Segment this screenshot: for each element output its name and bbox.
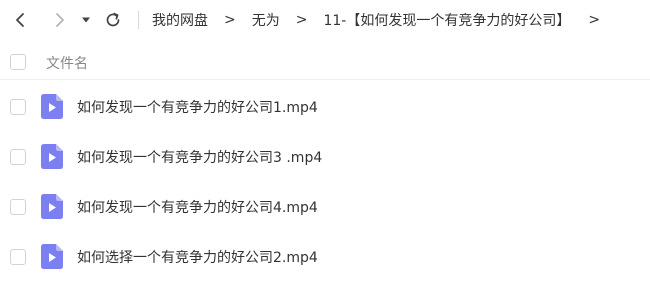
video-file-icon xyxy=(41,194,63,219)
history-dropdown-button[interactable] xyxy=(77,8,95,32)
video-file-icon xyxy=(41,94,63,119)
file-name[interactable]: 如何发现一个有竞争力的好公司1.mp4 xyxy=(77,97,318,117)
chevron-left-icon xyxy=(16,13,24,27)
refresh-button[interactable] xyxy=(101,8,125,32)
breadcrumb-separator: > xyxy=(224,12,236,28)
breadcrumb-separator: > xyxy=(295,12,308,28)
column-header-filename[interactable]: 文件名 xyxy=(46,53,88,73)
breadcrumb: 我的网盘 > 无为 > 11-【如何发现一个有竞争力的好公司】 > xyxy=(152,0,616,40)
file-checkbox[interactable] xyxy=(10,199,26,215)
video-file-icon xyxy=(41,244,63,269)
video-file-icon xyxy=(41,144,63,169)
file-row[interactable]: 如何发现一个有竞争力的好公司4.mp4 xyxy=(0,182,650,232)
file-name[interactable]: 如何发现一个有竞争力的好公司4.mp4 xyxy=(77,197,318,217)
file-row[interactable]: 如何发现一个有竞争力的好公司3 .mp4 xyxy=(0,132,650,182)
file-list-header: 文件名 xyxy=(0,44,650,80)
chevron-right-icon xyxy=(56,13,64,27)
file-row[interactable]: 如何选择一个有竞争力的好公司2.mp4 xyxy=(0,232,650,282)
back-button[interactable] xyxy=(8,8,32,32)
select-all-checkbox[interactable] xyxy=(10,54,26,70)
refresh-icon xyxy=(106,12,120,27)
breadcrumb-separator: > xyxy=(588,12,601,28)
forward-button[interactable] xyxy=(48,8,72,32)
file-checkbox[interactable] xyxy=(10,99,26,115)
file-row[interactable]: 如何发现一个有竞争力的好公司1.mp4 xyxy=(0,82,650,132)
file-browser: 我的网盘 > 无为 > 11-【如何发现一个有竞争力的好公司】 > 文件名 如何… xyxy=(0,0,650,302)
file-name[interactable]: 如何选择一个有竞争力的好公司2.mp4 xyxy=(77,247,318,267)
file-list: 如何发现一个有竞争力的好公司1.mp4 如何发现一个有竞争力的好公司3 .mp4… xyxy=(0,82,650,282)
caret-down-icon xyxy=(82,17,90,23)
file-checkbox[interactable] xyxy=(10,149,26,165)
file-name[interactable]: 如何发现一个有竞争力的好公司3 .mp4 xyxy=(77,147,322,167)
file-checkbox[interactable] xyxy=(10,249,26,265)
breadcrumb-item-folder[interactable]: 无为 xyxy=(252,10,280,30)
navigation-bar: 我的网盘 > 无为 > 11-【如何发现一个有竞争力的好公司】 > xyxy=(0,0,650,40)
nav-divider xyxy=(138,11,139,29)
breadcrumb-item-root[interactable]: 我的网盘 xyxy=(152,10,208,30)
breadcrumb-item-current[interactable]: 11-【如何发现一个有竞争力的好公司】 xyxy=(323,10,570,30)
